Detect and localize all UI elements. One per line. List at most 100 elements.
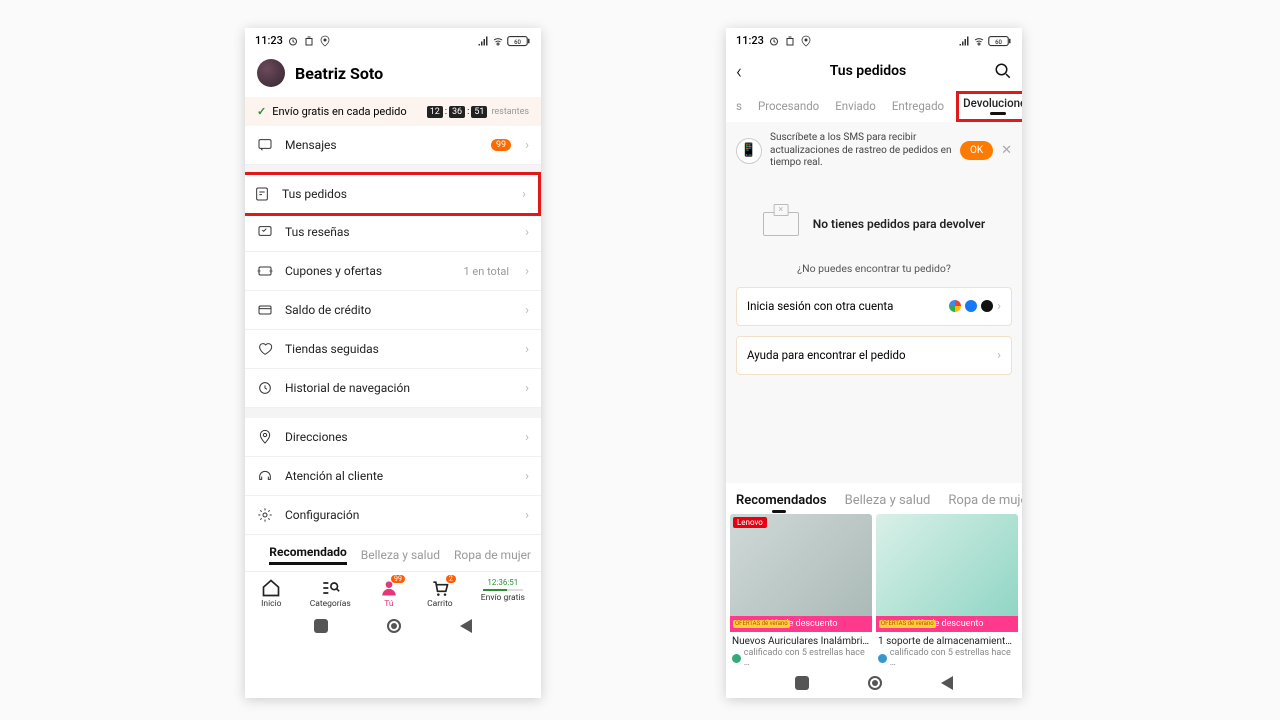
ship-timer: 12:36:51 (487, 578, 518, 587)
recents-button[interactable] (795, 676, 809, 690)
tab-returns-highlighted[interactable]: Devoluciones (956, 91, 1022, 122)
tab-women[interactable]: Ropa de mujer (454, 548, 531, 562)
nav-you[interactable]: 99 Tú (379, 578, 399, 609)
back-button[interactable] (941, 676, 953, 690)
chevron-right-icon: › (525, 469, 529, 484)
tab-processing[interactable]: Procesando (758, 99, 819, 113)
battery-icon: 60 (988, 35, 1012, 47)
row-label: Tus pedidos (282, 187, 510, 201)
row-history[interactable]: Historial de navegación › (245, 369, 541, 408)
tab-delivered[interactable]: Entregado (892, 99, 944, 113)
chevron-right-icon: › (525, 342, 529, 357)
tab-fragment[interactable]: s (736, 99, 742, 113)
product-card[interactable]: OFERTAS de verano66% de descuento 1 sopo… (876, 514, 1018, 668)
empty-box-icon (763, 212, 799, 236)
timer-h: 12 (427, 106, 443, 118)
rtab-recommended[interactable]: Recomendados (736, 493, 827, 508)
trash-icon (784, 35, 796, 47)
row-label: Atención al cliente (285, 469, 513, 483)
back-icon[interactable]: ‹ (736, 59, 742, 83)
profile-name: Beatriz Soto (295, 64, 383, 83)
row-messages[interactable]: Mensajes 99 › (245, 126, 541, 165)
card-other-account[interactable]: Inicia sesión con otra cuenta › (736, 287, 1012, 326)
categories-icon (320, 578, 340, 598)
bottom-nav: Inicio Categorías 99 Tú 2 Carrito 12:36:… (245, 571, 541, 611)
timer-suffix: restantes (491, 107, 529, 117)
alarm-icon (287, 35, 299, 47)
row-label: Cupones y ofertas (285, 264, 452, 278)
chevron-right-icon: › (525, 430, 529, 445)
row-addresses[interactable]: Direcciones › (245, 418, 541, 457)
user-icon: 99 (379, 578, 399, 598)
row-label: Configuración (285, 508, 513, 522)
sms-banner: 📱 Suscríbete a los SMS para recibir actu… (726, 122, 1022, 180)
category-tabs: Recomendado Belleza y salud Ropa de muje… (245, 535, 541, 571)
heart-icon (257, 341, 273, 357)
back-button[interactable] (460, 619, 472, 633)
home-button[interactable] (387, 619, 401, 633)
clock-icon (257, 380, 273, 396)
empty-text: No tienes pedidos para devolver (813, 217, 985, 231)
chevron-right-icon: › (525, 303, 529, 318)
row-settings[interactable]: Configuración › (245, 496, 541, 535)
row-reviews[interactable]: Tus reseñas › (245, 213, 541, 252)
orders-icon (254, 186, 270, 202)
reviews-icon (257, 224, 273, 240)
cart-icon: 2 (430, 578, 450, 598)
headset-icon (257, 468, 273, 484)
brand-tag: Lenovo (733, 517, 767, 528)
alarm-icon (768, 35, 780, 47)
location-icon (319, 35, 331, 47)
card-find-order[interactable]: Ayuda para encontrar el pedido › (736, 336, 1012, 375)
promo-text: Envío gratis en cada pedido (272, 105, 406, 118)
pin-icon (257, 429, 273, 445)
home-button[interactable] (868, 676, 882, 690)
hint-text: ¿No puedes encontrar tu pedido? (736, 262, 1012, 275)
chevron-right-icon: › (525, 225, 529, 240)
status-time: 11:23 (736, 34, 764, 47)
orders-header: ‹ Tus pedidos (726, 51, 1022, 91)
svg-text:60: 60 (514, 39, 521, 46)
close-icon[interactable]: ✕ (1001, 143, 1012, 158)
nav-home[interactable]: Inicio (261, 578, 281, 609)
wifi-icon (492, 35, 504, 47)
search-icon[interactable] (994, 62, 1012, 80)
status-time: 11:23 (255, 34, 283, 47)
row-label: Tus reseñas (285, 225, 513, 239)
nav-shipping[interactable]: 12:36:51 Envío gratis (481, 578, 525, 609)
product-title: 1 soporte de almacenamiento… (876, 632, 1018, 648)
timer-s: 51 (471, 106, 487, 118)
coupon-icon (257, 263, 273, 279)
row-orders[interactable]: Tus pedidos › (245, 172, 541, 216)
profile-header[interactable]: Beatriz Soto (245, 51, 541, 97)
chevron-right-icon: › (525, 508, 529, 523)
tab-recommended[interactable]: Recomendado (269, 545, 347, 565)
chevron-right-icon: › (997, 299, 1001, 314)
check-icon: ✓ (257, 105, 266, 118)
tab-beauty[interactable]: Belleza y salud (361, 548, 440, 562)
row-support[interactable]: Atención al cliente › (245, 457, 541, 496)
avatar (257, 59, 285, 87)
row-label: Mensajes (285, 138, 479, 152)
chevron-right-icon: › (525, 138, 529, 153)
trash-icon (303, 35, 315, 47)
product-card[interactable]: Lenovo OFERTAS de verano61% de descuento… (730, 514, 872, 668)
signal-icon (477, 35, 489, 47)
nav-categories[interactable]: Categorías (310, 578, 351, 609)
nav-cart[interactable]: 2 Carrito (427, 578, 453, 609)
row-balance[interactable]: Saldo de crédito › (245, 291, 541, 330)
recents-button[interactable] (314, 619, 328, 633)
tab-shipped[interactable]: Enviado (835, 99, 876, 113)
location-icon (800, 35, 812, 47)
product-title: Nuevos Auriculares Inalámbri… (730, 632, 872, 648)
ok-button[interactable]: OK (960, 141, 993, 160)
phone-left: 11:23 60 Beatriz Soto ✓ Envío gratis en … (245, 28, 541, 698)
status-bar: 11:23 60 (245, 28, 541, 51)
sms-icon: 📱 (736, 138, 762, 164)
chevron-right-icon: › (525, 264, 529, 279)
sms-text: Suscríbete a los SMS para recibir actual… (770, 132, 952, 170)
row-followed[interactable]: Tiendas seguidas › (245, 330, 541, 369)
rtab-beauty[interactable]: Belleza y salud (845, 493, 931, 508)
rtab-women[interactable]: Ropa de mujer (948, 493, 1022, 508)
row-coupons[interactable]: Cupones y ofertas 1 en total › (245, 252, 541, 291)
